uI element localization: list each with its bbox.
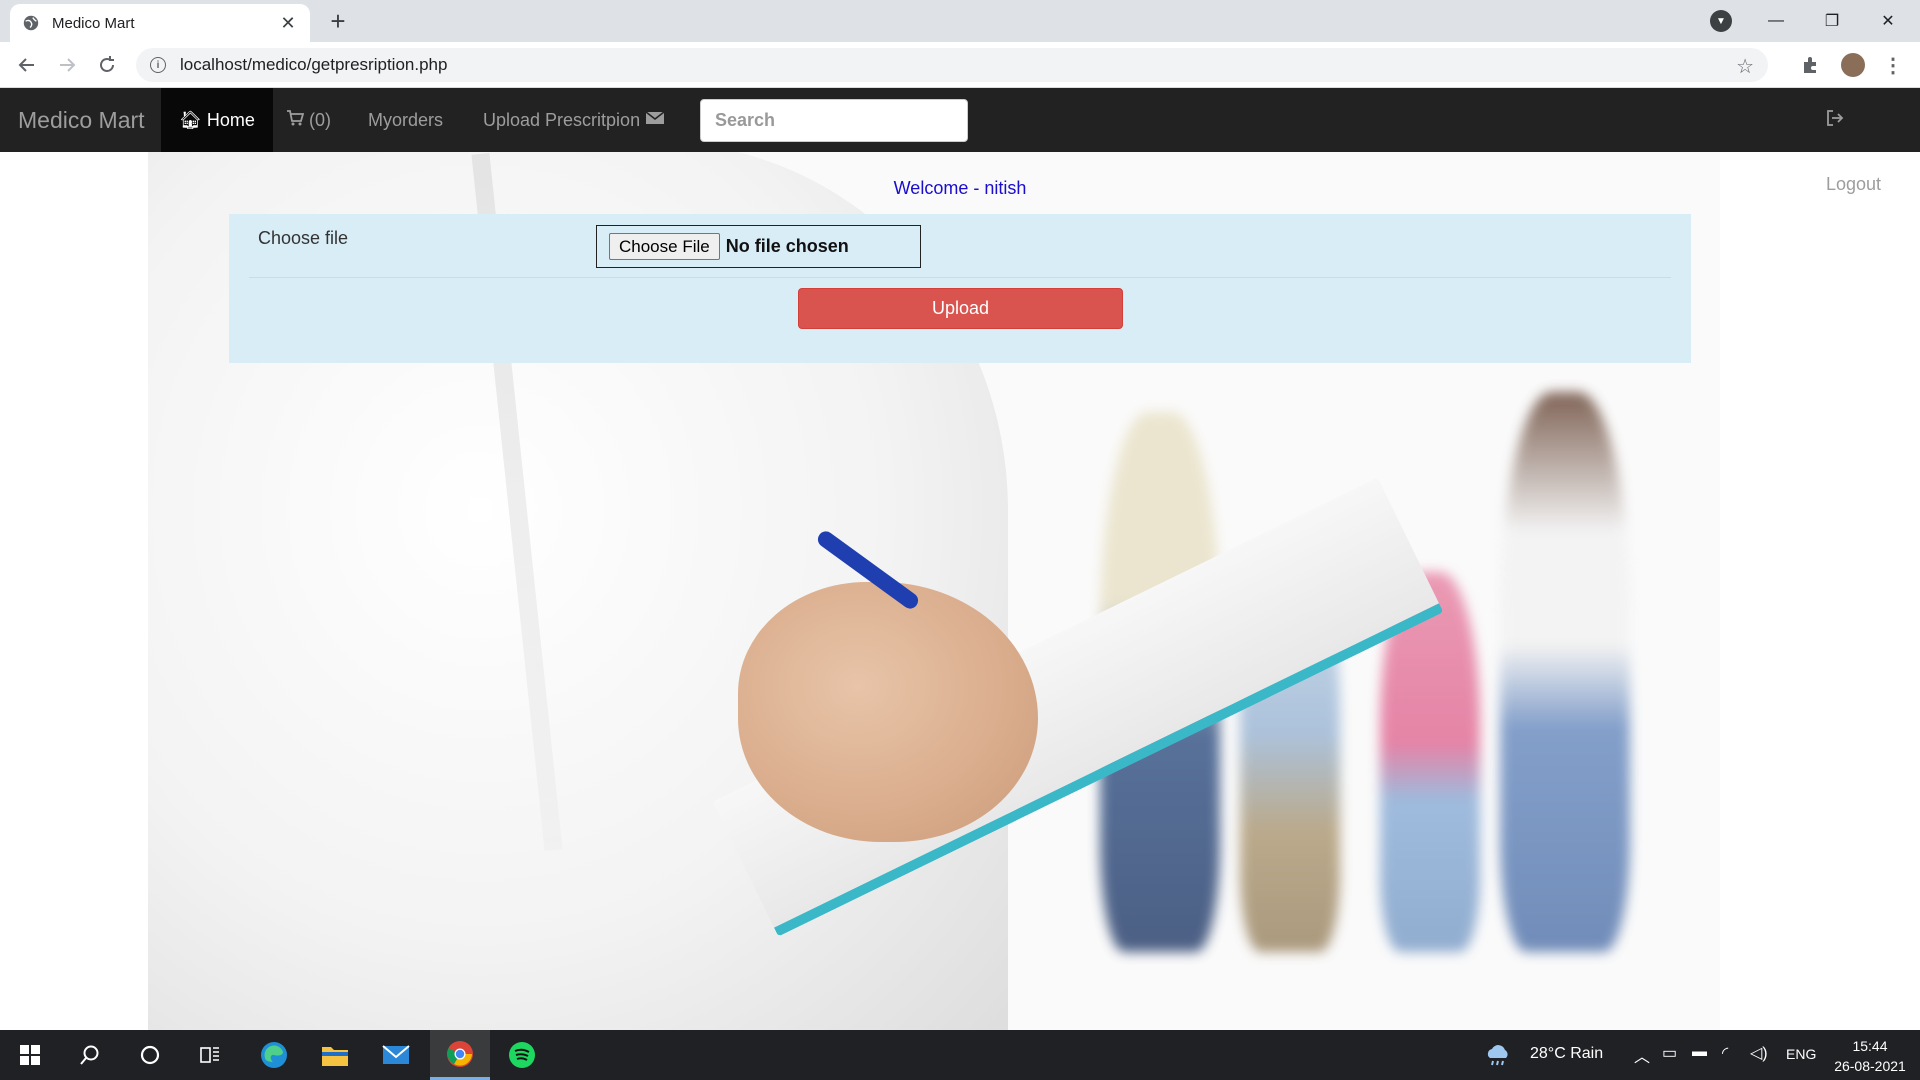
close-tab-icon[interactable]: ✕ xyxy=(278,13,298,34)
browser-tabstrip: Medico Mart ✕ + ▼ — ❐ ✕ xyxy=(0,0,1920,42)
cart-icon xyxy=(286,110,309,130)
browser-tab[interactable]: Medico Mart ✕ xyxy=(10,4,310,42)
home-icon: 🏠︎ xyxy=(179,110,202,130)
windows-start-icon[interactable] xyxy=(0,1030,60,1080)
address-bar[interactable]: i localhost/medico/getpresription.php ☆ xyxy=(136,48,1768,82)
browser-toolbar: i localhost/medico/getpresription.php ☆ … xyxy=(0,42,1920,88)
globe-icon xyxy=(23,15,39,31)
meet-now-icon[interactable]: ▭ xyxy=(1662,1043,1677,1063)
profile-avatar[interactable] xyxy=(1840,52,1866,78)
minimize-icon[interactable]: — xyxy=(1748,0,1804,42)
file-explorer-icon[interactable] xyxy=(305,1030,365,1080)
task-view-icon[interactable] xyxy=(180,1030,240,1080)
choose-file-button[interactable]: Choose File xyxy=(609,233,720,260)
weather-text[interactable]: 28°C Rain xyxy=(1530,1045,1603,1063)
cart-count: (0) xyxy=(309,110,332,130)
window-close-icon[interactable]: ✕ xyxy=(1860,0,1916,42)
chevron-up-icon[interactable]: ︿ xyxy=(1634,1043,1650,1067)
upload-button[interactable]: Upload xyxy=(798,288,1123,329)
nav-upload-label: Upload Prescritpion xyxy=(483,110,641,130)
site-info-icon[interactable]: i xyxy=(150,57,166,73)
wifi-icon[interactable]: ◜ xyxy=(1722,1043,1728,1063)
file-status-text: No file chosen xyxy=(725,236,849,256)
upload-panel: Choose file Choose File No file chosen U… xyxy=(229,214,1691,363)
tab-title: Medico Mart xyxy=(52,14,135,32)
menu-kebab-icon[interactable]: ⋮ xyxy=(1880,52,1906,78)
nav-upload-prescription[interactable]: Upload Prescritpion xyxy=(465,88,683,152)
envelope-icon xyxy=(645,110,665,130)
spotify-icon[interactable] xyxy=(492,1030,552,1080)
search-icon[interactable] xyxy=(60,1030,120,1080)
clock-time: 15:44 xyxy=(1852,1038,1888,1054)
restore-icon[interactable]: ❐ xyxy=(1804,0,1860,42)
new-tab-icon[interactable]: + xyxy=(324,8,352,36)
url-text: localhost/medico/getpresription.php xyxy=(180,55,448,74)
nav-cart[interactable]: (0) xyxy=(268,88,349,152)
search-input[interactable] xyxy=(700,99,968,142)
reload-icon[interactable] xyxy=(92,50,122,80)
mail-icon[interactable] xyxy=(366,1030,426,1080)
back-icon[interactable] xyxy=(12,50,42,80)
brand-logo[interactable]: Medico Mart xyxy=(18,88,145,152)
cortana-icon[interactable] xyxy=(120,1030,180,1080)
weather-icon[interactable] xyxy=(1480,1030,1516,1080)
nav-logout[interactable]: Logout xyxy=(1808,88,1920,194)
chrome-icon[interactable] xyxy=(430,1030,490,1080)
nav-myorders[interactable]: Myorders xyxy=(350,88,461,152)
bookmark-star-icon[interactable]: ☆ xyxy=(1736,54,1754,79)
choose-file-label: Choose file xyxy=(258,228,349,248)
clock-date: 26-08-2021 xyxy=(1834,1058,1906,1074)
battery-icon[interactable]: ▬ xyxy=(1692,1043,1707,1060)
extensions-icon[interactable] xyxy=(1798,52,1824,78)
forward-icon[interactable] xyxy=(52,50,82,80)
language-indicator[interactable]: ENG xyxy=(1786,1046,1816,1062)
windows-taskbar: 28°C Rain ︿ ▭ ▬ ◜ ◁) ENG 15:44 26-08-202… xyxy=(0,1030,1920,1080)
nav-home[interactable]: 🏠︎ Home xyxy=(161,88,273,152)
nav-home-label: Home xyxy=(206,110,255,130)
clock[interactable]: 15:44 26-08-2021 xyxy=(1824,1036,1916,1076)
welcome-message: Welcome - nitish xyxy=(893,178,1027,198)
logout-icon xyxy=(1826,110,1844,130)
divider xyxy=(249,277,1671,278)
volume-icon[interactable]: ◁) xyxy=(1750,1043,1768,1063)
tab-search-icon[interactable]: ▼ xyxy=(1710,10,1732,32)
site-navbar: Medico Mart 🏠︎ Home (0) Myorders Upload … xyxy=(0,88,1920,194)
edge-browser-icon[interactable] xyxy=(244,1030,304,1080)
file-input[interactable]: Choose File No file chosen xyxy=(596,225,921,268)
